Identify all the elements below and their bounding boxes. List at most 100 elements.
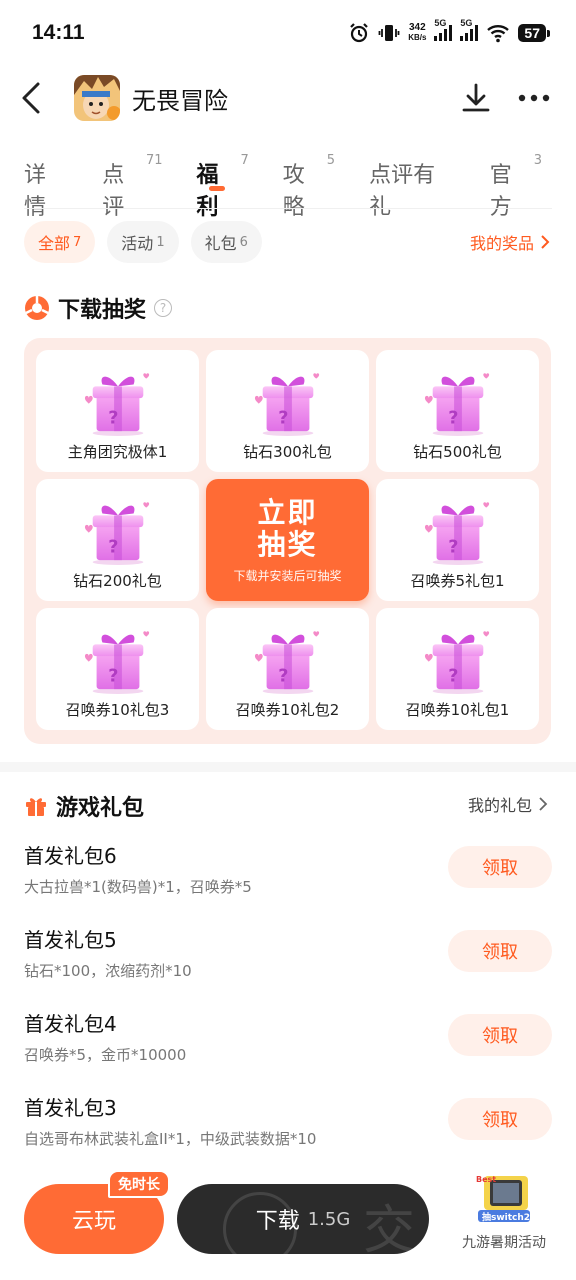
active-tab-indicator <box>208 186 225 191</box>
chevron-right-icon <box>541 235 550 249</box>
tab-label: 点评有礼 <box>369 163 436 220</box>
claim-button[interactable]: 领取 <box>448 930 552 972</box>
status-bar: 14:11 342 KB/s 5G 5G 57 <box>0 0 576 66</box>
watermark-text: 交 <box>362 1201 415 1254</box>
my-prizes-label: 我的奖品 <box>469 234 534 253</box>
wifi-icon <box>486 23 510 43</box>
tab-count: 5 <box>326 153 336 168</box>
gift-pack-item: 首发礼包3 自选哥布林武装礼盒II*1，中级武装数据*10 领取 <box>24 1092 552 1162</box>
svg-text:抽switch2: 抽switch2 <box>482 1211 530 1223</box>
game-gifts-section-header: 游戏礼包 <box>24 790 144 822</box>
pack-title: 首发礼包6 <box>24 844 117 868</box>
signal-5g-1-icon: 5G <box>434 18 453 41</box>
tab-label: 点评 <box>102 163 125 220</box>
download-game-button[interactable]: 下载 1.5G 交 <box>177 1184 429 1254</box>
tab-guides[interactable]: 攻略 5 <box>283 145 336 220</box>
tab-details[interactable]: 详情 <box>24 145 68 220</box>
gift-box-icon <box>249 365 327 437</box>
pack-description: 大古拉兽*1(数码兽)*1，召唤券*5 <box>24 878 252 896</box>
pack-title: 首发礼包4 <box>24 1012 117 1036</box>
chevron-right-icon <box>539 797 548 811</box>
download-button[interactable] <box>454 76 498 120</box>
battery-indicator: 57 <box>518 24 550 42</box>
game-icon <box>74 75 120 121</box>
gift-box-icon <box>79 494 157 566</box>
download-size: 1.5G <box>307 1208 351 1230</box>
vibrate-icon <box>378 22 400 44</box>
gift-box-icon <box>79 365 157 437</box>
prize-name: 召唤券5礼包1 <box>410 572 505 590</box>
pack-description: 召唤券*5，金币*10000 <box>24 1046 187 1064</box>
prize-cell: 召唤券10礼包2 <box>206 608 369 730</box>
pack-description: 钻石*100，浓缩药剂*10 <box>24 962 192 980</box>
claim-button[interactable]: 领取 <box>448 846 552 888</box>
draw-button-hint: 下载并安装后可抽奖 <box>233 568 342 583</box>
net-speed: 342 KB/s <box>408 23 426 43</box>
chip-count: 7 <box>73 234 82 250</box>
filter-chip-packs[interactable]: 礼包 6 <box>190 221 262 263</box>
draw-lottery-button[interactable]: 立即 抽奖 下载并安装后可抽奖 <box>206 479 369 601</box>
signal2-label: 5G <box>460 18 473 28</box>
gift-pack-item: 首发礼包4 召唤券*5，金币*10000 领取 <box>24 1008 552 1078</box>
chip-count: 1 <box>156 234 165 250</box>
lottery-section-header: 下载抽奖 ? <box>24 292 173 324</box>
chip-label: 全部 <box>38 234 71 253</box>
app-header: 无畏冒险 <box>0 66 576 130</box>
lottery-title: 下载抽奖 <box>58 298 147 323</box>
prize-name: 召唤券10礼包2 <box>235 701 340 719</box>
prize-cell: 召唤券5礼包1 <box>376 479 539 601</box>
my-prizes-link[interactable]: 我的奖品 <box>470 230 552 254</box>
tab-count: 71 <box>145 153 163 168</box>
tab-reviews[interactable]: 点评 71 <box>102 145 163 220</box>
page-title: 无畏冒险 <box>132 86 228 115</box>
tab-official[interactable]: 官方 3 <box>490 145 542 220</box>
back-button[interactable] <box>20 78 60 118</box>
tab-divider <box>24 208 552 209</box>
prize-name: 召唤券10礼包3 <box>65 701 170 719</box>
tab-review-rewards[interactable]: 点评有礼 <box>369 145 456 220</box>
filter-chip-all[interactable]: 全部 7 <box>24 221 96 263</box>
gift-box-icon <box>419 365 497 437</box>
help-icon[interactable]: ? <box>154 299 173 317</box>
net-speed-unit: KB/s <box>408 33 427 42</box>
claim-button[interactable]: 领取 <box>448 1098 552 1140</box>
net-speed-value: 342 <box>408 22 426 33</box>
filter-chips: 全部 7 活动 1 礼包 6 我的奖品 <box>24 220 552 264</box>
prize-name: 钻石200礼包 <box>73 572 162 590</box>
tab-label: 详情 <box>24 163 47 220</box>
tab-benefits[interactable]: 福利 7 <box>197 145 249 220</box>
status-time: 14:11 <box>32 21 85 44</box>
tab-count: 3 <box>533 153 542 168</box>
bottom-action-bar: 云玩 免时长 下载 1.5G 交 抽switch2 Best 九游暑期活动 <box>0 1160 576 1280</box>
chip-count: 6 <box>239 234 248 250</box>
gift-box-icon <box>79 623 157 695</box>
more-button[interactable] <box>512 76 556 120</box>
section-divider <box>0 762 576 772</box>
prize-cell: 召唤券10礼包1 <box>376 608 539 730</box>
claim-button[interactable]: 领取 <box>448 1014 552 1056</box>
switch-prize-icon: 抽switch2 Best <box>476 1175 530 1223</box>
signal1-label: 5G <box>434 18 447 28</box>
signal-5g-2-icon: 5G <box>460 18 479 41</box>
my-gifts-label: 我的礼包 <box>467 796 532 815</box>
more-dots-icon <box>518 94 550 102</box>
svg-text:Best: Best <box>476 1175 496 1184</box>
gift-pack-item: 首发礼包6 大古拉兽*1(数码兽)*1，召唤券*5 领取 <box>24 840 552 910</box>
my-gifts-link[interactable]: 我的礼包 <box>468 792 550 816</box>
pack-title: 首发礼包5 <box>24 928 117 952</box>
prize-cell: 钻石200礼包 <box>36 479 199 601</box>
tab-label: 官方 <box>489 163 512 220</box>
draw-button-line1: 立即 <box>257 495 318 529</box>
tab-count: 7 <box>240 153 249 168</box>
prize-cell: 钻石500礼包 <box>376 350 539 472</box>
prize-cell: 钻石300礼包 <box>206 350 369 472</box>
summer-event-entry[interactable]: 抽switch2 Best 九游暑期活动 <box>448 1170 560 1252</box>
filter-chip-activities[interactable]: 活动 1 <box>107 221 179 263</box>
gift-box-icon <box>419 494 497 566</box>
free-time-badge: 免时长 <box>108 1170 170 1198</box>
alarm-icon <box>348 22 370 44</box>
prize-name: 钻石500礼包 <box>413 443 502 461</box>
lottery-wheel-icon <box>25 296 49 320</box>
watermark-circle <box>223 1192 297 1254</box>
chip-label: 礼包 <box>204 234 237 253</box>
